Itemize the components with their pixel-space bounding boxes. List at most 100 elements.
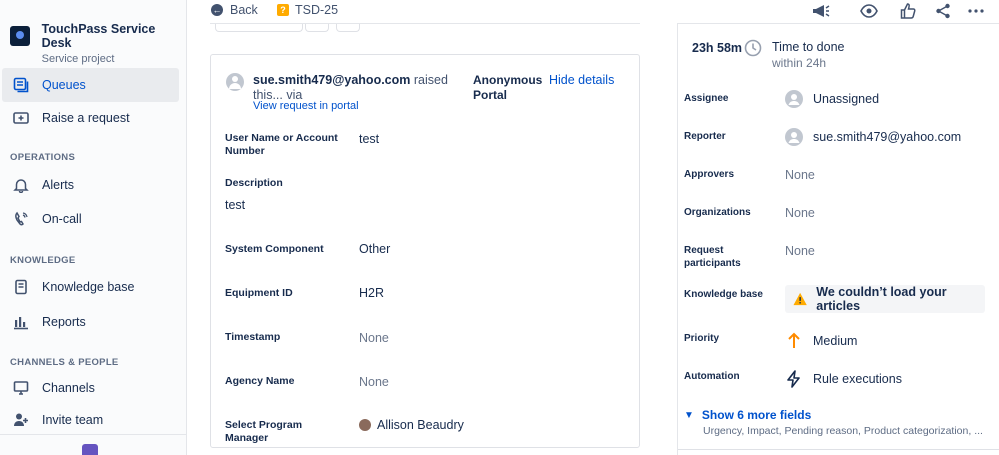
reporter-label: Reporter — [684, 131, 726, 142]
show-more-fields-button[interactable]: ▼ Show 6 more fields — [684, 408, 811, 422]
clock-icon — [744, 39, 762, 60]
sidebar-item-raise-request[interactable]: Raise a request — [2, 101, 179, 135]
field-label: Description — [225, 177, 283, 189]
project-header[interactable]: TouchPass Service Desk Service project — [10, 22, 186, 65]
watch-icon[interactable] — [859, 2, 879, 20]
sidebar-divider — [0, 434, 187, 435]
warning-icon — [793, 292, 807, 306]
participants-value[interactable]: None — [785, 244, 815, 258]
sla-remaining-time: 23h 58m — [692, 41, 743, 55]
priority-field[interactable]: Medium — [785, 332, 857, 350]
sidebar-item-label: Invite team — [42, 413, 104, 427]
sidebar-item-label: Channels — [42, 381, 95, 395]
reports-icon — [11, 312, 31, 332]
assignee-label: Assignee — [684, 93, 729, 104]
sidebar-item-alerts[interactable]: Alerts — [2, 168, 179, 202]
raised-by-row: sue.smith479@yahoo.com raised this... vi… — [226, 73, 626, 103]
add-person-icon — [11, 410, 31, 430]
on-call-icon — [11, 209, 31, 229]
arrow-left-icon: ← — [211, 4, 223, 16]
sla-title: Time to done — [772, 40, 845, 54]
field-value[interactable]: test — [225, 198, 245, 212]
sidebar-item-channels[interactable]: Channels — [2, 371, 179, 405]
knowledge-base-label: Knowledge base — [684, 289, 763, 300]
sidebar-item-queues[interactable]: Queues — [2, 68, 179, 102]
thumbs-up-icon[interactable] — [898, 2, 918, 20]
field-label: User Name or Account Number — [225, 132, 338, 157]
project-type: Service project — [41, 53, 115, 65]
avatar — [785, 128, 803, 146]
program-manager-value[interactable]: Allison Beaudry — [359, 418, 464, 432]
feedback-icon[interactable] — [811, 2, 831, 20]
toolbar-button-stub[interactable] — [305, 24, 329, 32]
toolbar-button-stub[interactable] — [215, 24, 303, 32]
field-label: System Component — [225, 243, 324, 255]
sidebar-item-label: On-call — [42, 212, 82, 226]
organizations-label: Organizations — [684, 207, 751, 218]
field-value[interactable]: None — [359, 331, 389, 345]
field-label: Agency Name — [225, 375, 295, 387]
feature-badge-icon[interactable] — [82, 444, 98, 455]
ticket-key: TSD-25 — [295, 3, 339, 17]
priority-value: Medium — [813, 334, 858, 348]
share-icon[interactable] — [933, 2, 953, 20]
view-in-portal-link[interactable]: View request in portal — [253, 100, 359, 112]
monitor-icon — [11, 378, 31, 398]
avatar — [359, 419, 371, 431]
avatar — [785, 90, 803, 108]
project-name: TouchPass Service Desk — [41, 22, 156, 50]
field-label: Timestamp — [225, 331, 281, 343]
ticket-breadcrumb[interactable]: ? TSD-25 — [277, 3, 338, 17]
field-value[interactable]: None — [359, 375, 389, 389]
back-label: Back — [230, 3, 258, 17]
service-request-icon: ? — [277, 4, 289, 16]
lightning-icon — [787, 370, 800, 388]
knowledge-base-warning: We couldn’t load your articles — [785, 285, 985, 313]
assignee-value: Unassigned — [813, 92, 880, 106]
sidebar-item-invite-team[interactable]: Invite team — [2, 403, 179, 437]
reporter-field[interactable]: sue.smith479@yahoo.com — [785, 128, 961, 146]
section-operations: OPERATIONS — [10, 152, 76, 163]
bell-icon — [11, 175, 31, 195]
channel-name: Anonymous Portal — [473, 73, 543, 102]
program-manager-name: Allison Beaudry — [377, 418, 464, 432]
sidebar-item-label: Reports — [42, 315, 86, 329]
assignee-field[interactable]: Unassigned — [785, 90, 879, 108]
more-actions-icon[interactable] — [966, 2, 986, 20]
sidebar-item-knowledge-base[interactable]: Knowledge base — [2, 270, 179, 304]
sidebar-item-on-call[interactable]: On-call — [2, 202, 179, 236]
approvers-label: Approvers — [684, 169, 735, 180]
issue-topbar: ← Back ? TSD-25 — [187, 0, 667, 24]
avatar — [226, 73, 244, 91]
section-knowledge: KNOWLEDGE — [10, 255, 76, 266]
raise-request-icon — [11, 108, 31, 128]
section-channels-people: CHANNELS & PEOPLE — [10, 357, 119, 368]
field-value[interactable]: H2R — [359, 286, 384, 300]
book-icon — [11, 277, 31, 297]
sidebar: TouchPass Service Desk Service project Q… — [0, 0, 187, 455]
chevron-down-icon: ▼ — [684, 409, 694, 421]
toolbar-button-stub[interactable] — [336, 24, 360, 32]
automation-label: Automation — [684, 371, 740, 382]
organizations-value[interactable]: None — [785, 206, 815, 220]
automation-field[interactable]: Rule executions — [785, 370, 902, 388]
request-details-card: sue.smith479@yahoo.com raised this... vi… — [210, 54, 640, 448]
queues-icon — [11, 75, 31, 95]
back-button[interactable]: ← Back — [211, 3, 258, 17]
hide-details-link[interactable]: Hide details — [549, 73, 614, 87]
approvers-value[interactable]: None — [785, 168, 815, 182]
reporter-email[interactable]: sue.smith479@yahoo.com — [253, 73, 410, 87]
arrow-up-icon — [788, 332, 800, 348]
priority-label: Priority — [684, 333, 720, 344]
sidebar-item-label: Raise a request — [42, 111, 130, 125]
participants-label: Request participants — [684, 245, 741, 269]
sidebar-item-label: Knowledge base — [42, 280, 135, 294]
sidebar-item-label: Alerts — [42, 178, 74, 192]
sidebar-item-reports[interactable]: Reports — [2, 305, 179, 339]
project-logo — [10, 26, 30, 46]
field-value[interactable]: Other — [359, 242, 390, 256]
hidden-fields-summary: Urgency, Impact, Pending reason, Product… — [703, 425, 983, 437]
sla-goal: within 24h — [772, 56, 827, 70]
field-value[interactable]: test — [359, 132, 379, 146]
sidebar-item-label: Queues — [42, 78, 86, 92]
